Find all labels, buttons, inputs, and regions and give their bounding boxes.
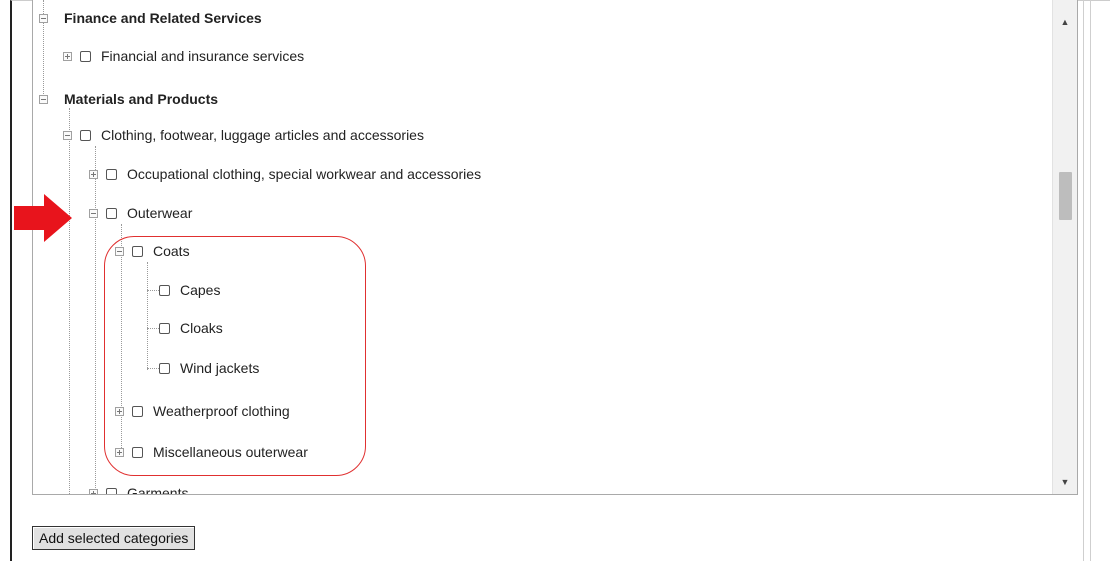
tree-item-label: Garments: [127, 485, 189, 495]
tree-item-label: Clothing, footwear, luggage articles and…: [101, 127, 424, 143]
tree-guide-line: [69, 108, 70, 494]
category-checkbox[interactable]: [80, 50, 91, 62]
tree-guide-line: [95, 146, 96, 494]
tree-item-label: Financial and insurance services: [101, 48, 305, 64]
collapse-icon[interactable]: [39, 13, 48, 23]
category-checkbox[interactable]: [106, 207, 117, 219]
tree-item[interactable]: Financial and insurance services: [63, 45, 304, 67]
scroll-down-icon[interactable]: ▼: [1053, 472, 1077, 492]
collapse-icon[interactable]: [89, 208, 98, 218]
red-arrow-icon: [14, 194, 72, 242]
tree-group-finance[interactable]: Finance and Related Services: [39, 7, 262, 29]
collapse-icon[interactable]: [39, 94, 48, 104]
expand-icon[interactable]: [89, 488, 98, 494]
vertical-scrollbar[interactable]: ▲ ▼: [1052, 0, 1077, 494]
tree-group-label: Finance and Related Services: [64, 10, 262, 26]
tree-item-label: Occupational clothing, special workwear …: [127, 166, 482, 182]
tree-item[interactable]: Occupational clothing, special workwear …: [89, 163, 481, 185]
tree-item[interactable]: Garments: [89, 482, 189, 495]
category-checkbox[interactable]: [106, 487, 117, 494]
panel-divider: [1090, 0, 1091, 561]
tree-item[interactable]: Clothing, footwear, luggage articles and…: [63, 124, 424, 146]
scroll-thumb[interactable]: [1059, 172, 1072, 220]
tree-group-label: Materials and Products: [64, 91, 219, 107]
category-checkbox[interactable]: [106, 168, 117, 180]
tree-group-materials[interactable]: Materials and Products: [39, 88, 218, 110]
panel-divider: [1083, 0, 1084, 561]
highlight-outline: [104, 236, 366, 476]
expand-icon[interactable]: [89, 169, 98, 179]
scroll-up-icon[interactable]: ▲: [1053, 12, 1077, 32]
tree-item-label: Outerwear: [127, 205, 193, 221]
tree-item-outerwear[interactable]: Outerwear: [89, 202, 192, 224]
collapse-icon[interactable]: [63, 130, 72, 140]
category-checkbox[interactable]: [80, 129, 91, 141]
expand-icon[interactable]: [63, 51, 72, 61]
add-selected-categories-button[interactable]: Add selected categories: [32, 526, 196, 550]
